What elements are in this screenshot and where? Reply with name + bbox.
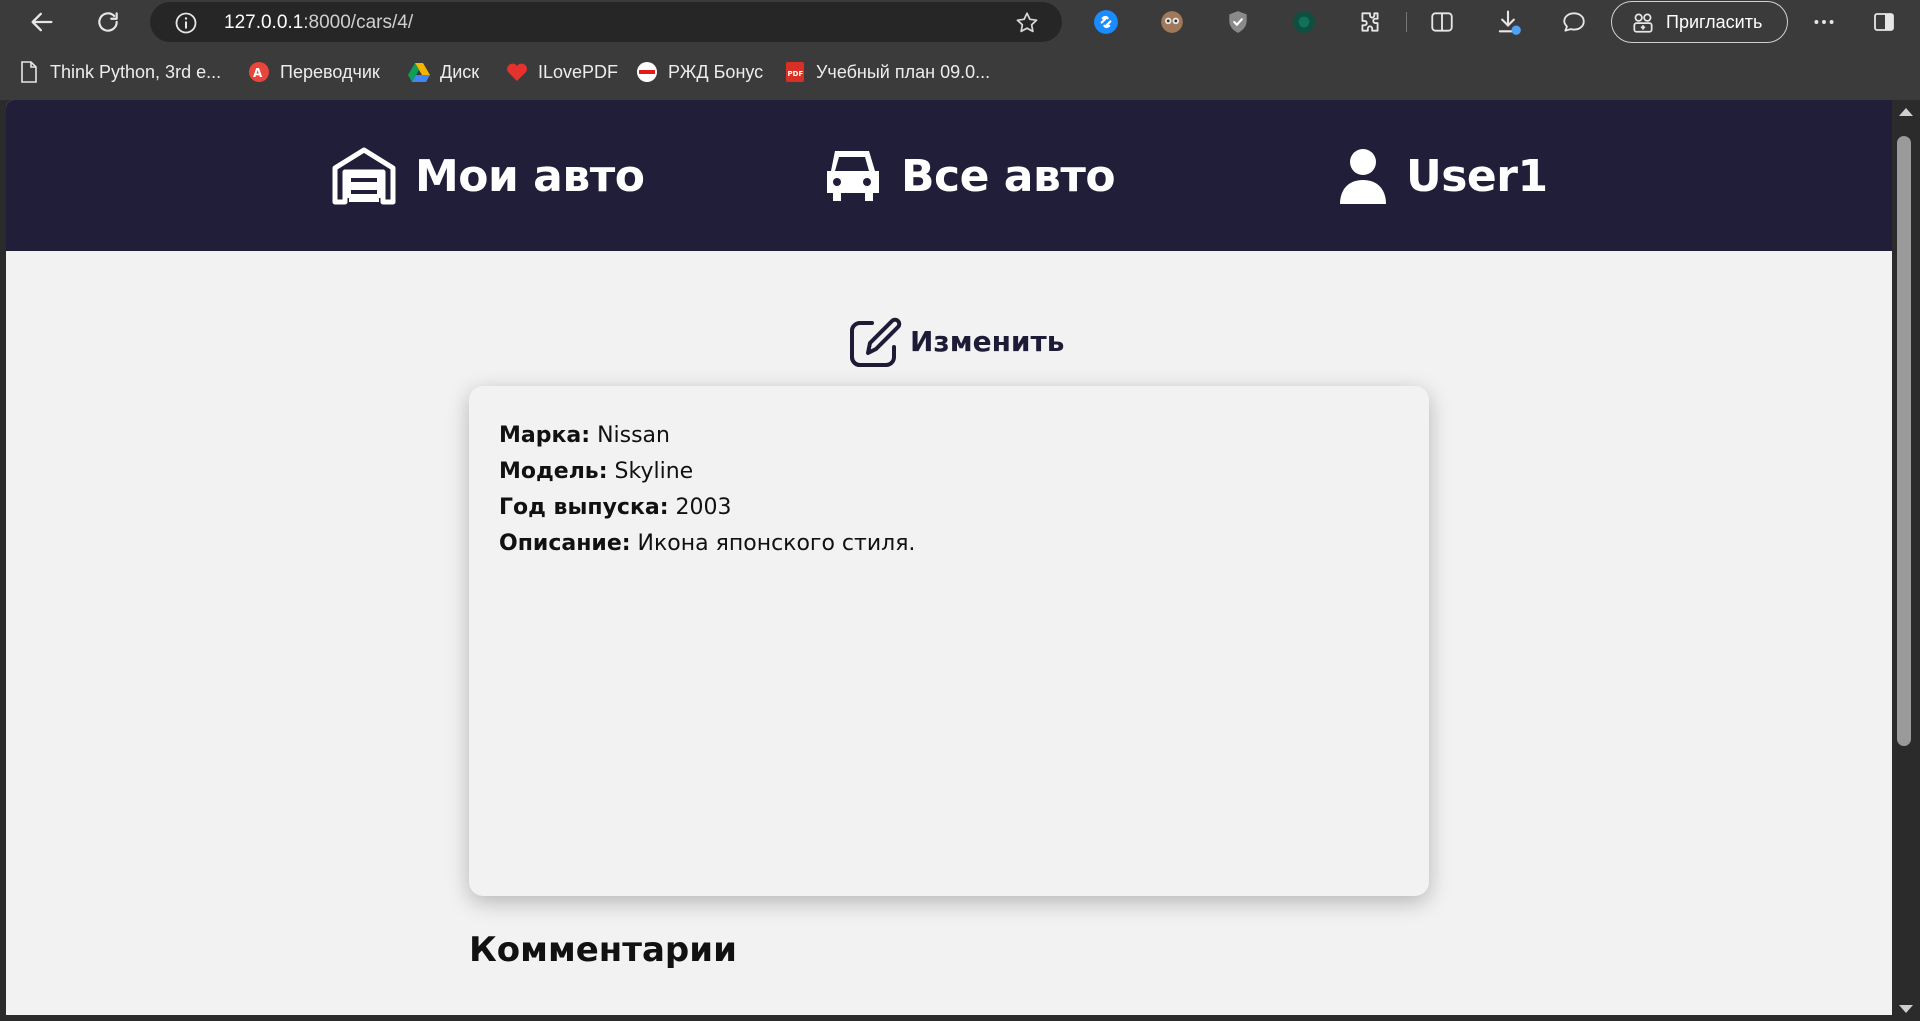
shield-extension-icon[interactable]: [1224, 8, 1252, 36]
extensions-puzzle-icon[interactable]: [1356, 8, 1384, 36]
address-bar[interactable]: 127.0.0.1:8000/cars/4/: [150, 2, 1062, 42]
document-icon: [18, 61, 40, 83]
scroll-down-arrow-icon[interactable]: [1899, 1005, 1913, 1013]
edit-pencil-icon: [848, 313, 904, 369]
url-text: 127.0.0.1:8000/cars/4/: [224, 12, 413, 34]
page-scrollbar[interactable]: [1892, 100, 1920, 1021]
year-value: 2003: [675, 495, 732, 520]
model-label: Модель:: [499, 459, 608, 484]
downloads-icon[interactable]: [1494, 8, 1522, 36]
bookmark-label: Диск: [440, 61, 480, 82]
heart-icon: [506, 61, 528, 83]
bookmark-label: Переводчик: [280, 61, 380, 82]
bookmark-label: ILovePDF: [538, 61, 619, 82]
svg-text:PDF: PDF: [788, 70, 804, 78]
owl-extension-icon[interactable]: [1158, 8, 1186, 36]
car-description-row: Описание: Икона японского стиля.: [499, 526, 1399, 562]
scroll-up-arrow-icon[interactable]: [1899, 108, 1913, 116]
url-path: :8000/cars/4/: [303, 12, 414, 33]
car-brand-row: Марка: Nissan: [499, 418, 1399, 454]
bookmark-item[interactable]: РЖД Бонус: [636, 60, 763, 84]
car-icon: [821, 145, 883, 207]
brand-label: Марка:: [499, 423, 591, 448]
translate-icon: A: [248, 61, 270, 83]
edit-link[interactable]: Изменить: [848, 313, 1064, 369]
bookmark-label: РЖД Бонус: [668, 61, 764, 82]
description-value: Икона японского стиля.: [637, 531, 916, 556]
pdf-icon: PDF: [784, 61, 806, 83]
sidebar-toggle-icon: [1874, 13, 1894, 31]
site-info-icon[interactable]: [174, 11, 198, 39]
nav-user-label: User1: [1406, 150, 1548, 202]
car-details-card: Марка: Nissan Модель: Skyline Год выпуск…: [469, 386, 1429, 896]
back-arrow-icon: [31, 12, 53, 32]
garage-icon: [331, 146, 397, 206]
year-label: Год выпуска:: [499, 495, 669, 520]
sidebar-toggle-button[interactable]: [1866, 4, 1902, 40]
shazam-extension-icon[interactable]: [1092, 8, 1120, 36]
invite-button[interactable]: Пригласить: [1611, 1, 1788, 43]
nav-all-cars-label: Все авто: [901, 150, 1116, 202]
car-model-row: Модель: Skyline: [499, 454, 1399, 490]
bookmarks-bar: Think Python, 3rd e... A Переводчик Диск…: [0, 44, 1920, 100]
bookmark-item[interactable]: PDF Учебный план 09.0...: [784, 60, 990, 84]
split-screen-icon[interactable]: [1428, 8, 1456, 36]
edit-label: Изменить: [910, 324, 1065, 358]
rzd-icon: [636, 61, 658, 83]
svg-text:A: A: [253, 66, 263, 80]
brand-value: Nissan: [597, 423, 670, 448]
bookmark-label: Think Python, 3rd e...: [50, 61, 222, 82]
more-options-button[interactable]: [1806, 4, 1842, 40]
toolbar-divider: [1406, 12, 1407, 32]
url-host: 127.0.0.1: [224, 12, 304, 33]
feedback-chat-icon[interactable]: [1560, 8, 1588, 36]
scrollbar-thumb[interactable]: [1897, 136, 1911, 746]
favorite-star-icon[interactable]: [1014, 10, 1040, 40]
bookmark-item[interactable]: Диск: [408, 60, 479, 84]
nav-user-profile[interactable]: User1: [1338, 144, 1548, 208]
invite-icon: [1633, 13, 1653, 33]
nav-all-cars[interactable]: Все авто: [821, 144, 1116, 208]
model-value: Skyline: [614, 459, 694, 484]
nav-my-cars-label: Мои авто: [415, 150, 645, 202]
bookmark-label: Учебный план 09.0...: [816, 61, 991, 82]
reload-button[interactable]: [90, 4, 126, 40]
comments-heading: Комментарии: [469, 930, 737, 970]
nav-my-cars[interactable]: Мои авто: [331, 144, 645, 208]
browser-toolbar: 127.0.0.1:8000/cars/4/ Пригласить: [0, 0, 1920, 44]
bookmark-item[interactable]: A Переводчик: [248, 60, 380, 84]
car-year-row: Год выпуска: 2003: [499, 490, 1399, 526]
more-dots-icon: [1814, 20, 1834, 24]
description-label: Описание:: [499, 531, 631, 556]
reload-icon: [98, 12, 118, 32]
user-icon: [1338, 148, 1388, 204]
drive-icon: [408, 61, 430, 83]
bookmark-item[interactable]: ILovePDF: [506, 60, 618, 84]
page-viewport: Мои авто Все авто User1 Изменить Марка: …: [6, 100, 1892, 1015]
back-button[interactable]: [24, 4, 60, 40]
invite-label: Пригласить: [1666, 11, 1763, 32]
green-extension-icon[interactable]: [1290, 8, 1318, 36]
site-navbar: Мои авто Все авто User1: [6, 100, 1892, 251]
bookmark-item[interactable]: Think Python, 3rd e...: [18, 60, 221, 84]
